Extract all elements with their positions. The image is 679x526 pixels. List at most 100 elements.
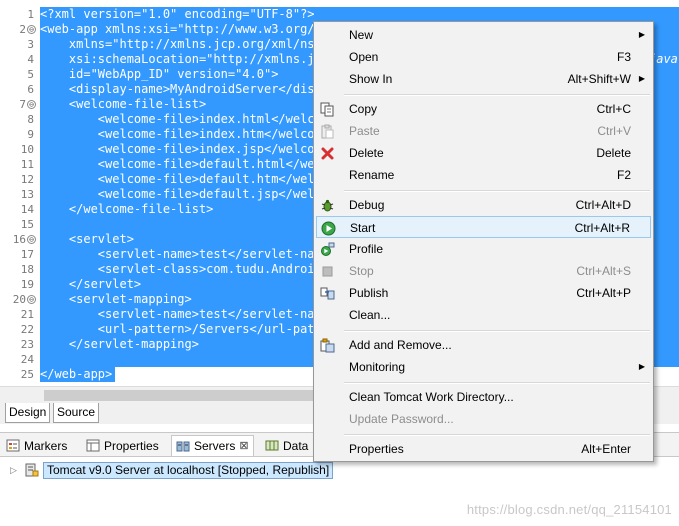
publish-icon — [320, 287, 335, 300]
menu-item-properties[interactable]: Properties Alt+Enter — [316, 438, 651, 460]
line-number: 9 — [27, 128, 34, 141]
menu-shortcut: Delete — [596, 146, 631, 160]
line-number: 15 — [20, 218, 34, 231]
menu-item-start[interactable]: Start Ctrl+Alt+R — [316, 216, 651, 238]
line-number: 6 — [27, 83, 34, 96]
menu-shortcut: Alt+Enter — [581, 442, 631, 456]
line-number: 17 — [20, 248, 34, 261]
tab-servers[interactable]: Servers ⊠ — [171, 435, 254, 456]
menu-label: Clean... — [349, 308, 391, 322]
menu-item-paste[interactable]: Paste Ctrl+V — [316, 120, 651, 142]
line-number: 4 — [27, 53, 34, 66]
menu-item-clean[interactable]: Clean... — [316, 304, 651, 326]
markers-icon — [6, 439, 20, 452]
tab-markers[interactable]: Markers — [6, 435, 67, 456]
tab-data[interactable]: Data — [265, 435, 308, 456]
watermark: https://blog.csdn.net/qq_21154101 — [466, 502, 672, 517]
server-tree-item[interactable]: ▷ Tomcat v9.0 Server at localhost [Stopp… — [10, 461, 334, 479]
menu-item-show-in[interactable]: Show In Alt+Shift+W ▶ — [316, 68, 651, 90]
fold-collapse-icon[interactable]: ⊖ — [27, 235, 36, 244]
menu-item-clean-tomcat-work-directory[interactable]: Clean Tomcat Work Directory... — [316, 386, 651, 408]
menu-item-monitoring[interactable]: Monitoring ▶ — [316, 356, 651, 378]
menu-separator — [344, 434, 650, 436]
stop-icon — [322, 266, 333, 277]
code-line: <?xml version="1.0" encoding="UTF-8"?> — [40, 7, 679, 22]
line-number: 5 — [27, 68, 34, 81]
line-number: 10 — [20, 143, 34, 156]
context-menu: New ▶ Open F3 Show In Alt+Shift+W ▶ Copy… — [313, 21, 654, 462]
menu-item-debug[interactable]: Debug Ctrl+Alt+D — [316, 194, 651, 216]
tab-source[interactable]: Source — [53, 403, 100, 423]
tab-servers-label: Servers — [194, 439, 236, 453]
copy-icon — [320, 102, 334, 117]
line-number: 11 — [20, 158, 34, 171]
profile-icon — [321, 242, 335, 256]
menu-separator — [344, 94, 650, 96]
menu-item-publish[interactable]: Publish Ctrl+Alt+P — [316, 282, 651, 304]
menu-label: Publish — [349, 286, 389, 300]
menu-label: Start — [350, 221, 376, 235]
submenu-arrow-icon: ▶ — [638, 30, 645, 39]
fold-collapse-icon[interactable]: ⊖ — [27, 25, 36, 34]
menu-item-rename[interactable]: Rename F2 — [316, 164, 651, 186]
fold-collapse-icon[interactable]: ⊖ — [27, 100, 36, 109]
properties-icon — [86, 439, 100, 452]
menu-separator — [344, 382, 650, 384]
line-number: 8 — [27, 113, 34, 126]
line-number: 16 ⊖ — [0, 232, 40, 247]
menu-shortcut: Ctrl+Alt+P — [576, 286, 631, 300]
menu-label: Rename — [349, 168, 395, 182]
line-number: 1 — [27, 8, 34, 21]
menu-label: Paste — [349, 124, 380, 138]
line-number: 24 — [20, 353, 34, 366]
tomcat-server-icon — [25, 463, 39, 477]
code-line: </web-app> — [40, 367, 116, 382]
line-number: 7 ⊖ — [0, 97, 40, 112]
close-icon[interactable]: ⊠ — [239, 436, 248, 456]
menu-item-update-password[interactable]: Update Password... — [316, 408, 651, 430]
tab-properties[interactable]: Properties — [86, 435, 159, 456]
line-number: 12 — [20, 173, 34, 186]
line-number: 18 — [20, 263, 34, 276]
submenu-arrow-icon: ▶ — [638, 74, 645, 83]
menu-item-open[interactable]: Open F3 — [316, 46, 651, 68]
menu-label: Monitoring — [349, 360, 406, 374]
line-number: 2 ⊖ — [0, 22, 40, 37]
menu-shortcut: Ctrl+Alt+S — [576, 264, 631, 278]
debug-bug-icon — [321, 199, 334, 212]
menu-item-stop[interactable]: Stop Ctrl+Alt+S — [316, 260, 651, 282]
menu-label: Clean Tomcat Work Directory... — [349, 390, 514, 404]
tab-markers-label: Markers — [24, 438, 68, 453]
menu-shortcut: Ctrl+C — [596, 102, 631, 116]
tab-design[interactable]: Design — [5, 403, 51, 423]
line-number: 19 — [20, 278, 34, 291]
menu-separator — [344, 330, 650, 332]
delete-icon — [321, 147, 334, 160]
line-number: 25 — [20, 368, 34, 381]
menu-item-add-and-remove[interactable]: Add and Remove... — [316, 334, 651, 356]
run-play-icon — [321, 221, 336, 236]
menu-item-profile[interactable]: Profile — [316, 238, 651, 260]
menu-separator — [344, 190, 650, 192]
menu-item-delete[interactable]: Delete Delete — [316, 142, 651, 164]
line-number: 20 ⊖ — [0, 292, 40, 307]
menu-item-copy[interactable]: Copy Ctrl+C — [316, 98, 651, 120]
menu-label: Show In — [349, 72, 393, 86]
menu-label: New — [349, 28, 374, 42]
menu-shortcut: F2 — [616, 168, 631, 182]
menu-label: Copy — [349, 102, 378, 116]
menu-label: Add and Remove... — [349, 338, 452, 352]
fold-collapse-icon[interactable]: ⊖ — [27, 295, 36, 304]
menu-label: Update Password... — [349, 412, 454, 426]
menu-item-new[interactable]: New ▶ — [316, 24, 651, 46]
data-icon — [265, 440, 279, 451]
expand-arrow-icon[interactable]: ▷ — [10, 465, 20, 476]
menu-shortcut: Ctrl+V — [597, 124, 631, 138]
menu-label: Open — [349, 50, 379, 64]
line-number: 23 — [20, 338, 34, 351]
menu-shortcut: Ctrl+Alt+R — [574, 221, 630, 235]
server-label[interactable]: Tomcat v9.0 Server at localhost [Stopped… — [43, 461, 334, 479]
tab-properties-label: Properties — [104, 438, 159, 453]
menu-label: Delete — [349, 146, 384, 160]
menu-shortcut: F3 — [616, 50, 631, 64]
